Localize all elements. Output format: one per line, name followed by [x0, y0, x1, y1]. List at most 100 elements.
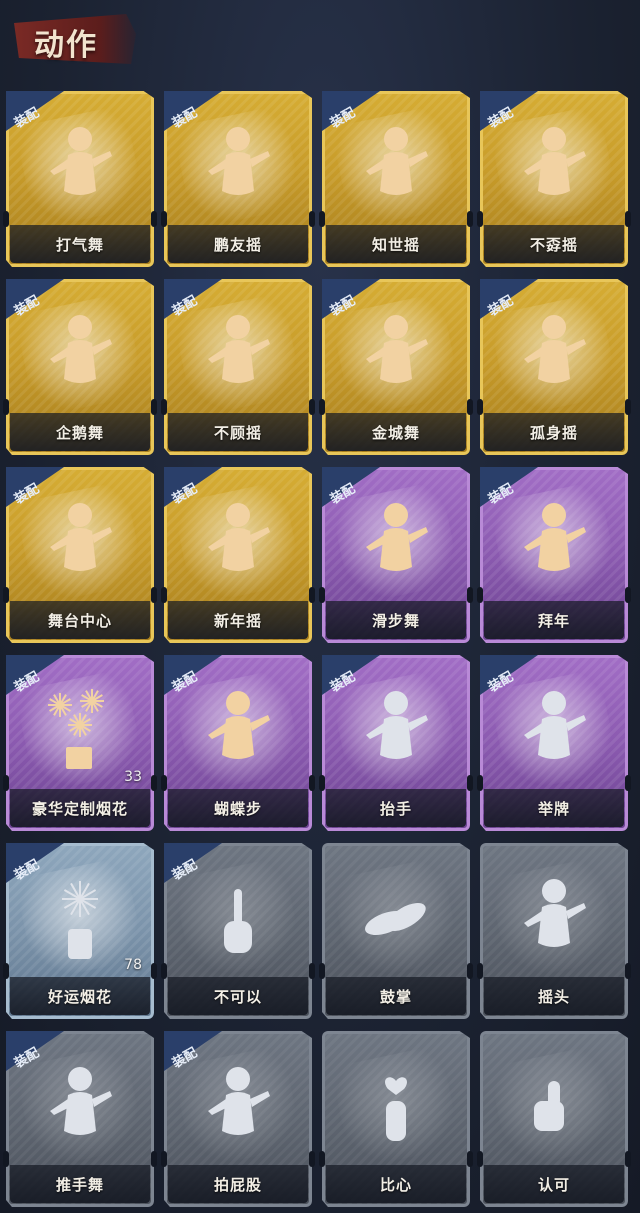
- bow-figure-icon: [514, 497, 594, 589]
- card-edge-notch: [151, 587, 157, 603]
- push-hands-icon: [40, 1061, 120, 1153]
- card-edge-notch: [467, 1151, 473, 1167]
- card-label-bar: 蝴蝶步: [168, 789, 308, 827]
- action-name: 好运烟花: [47, 987, 112, 1006]
- dance-figure-icon: [356, 121, 436, 213]
- fireworks-box-icon: [40, 685, 120, 777]
- action-card[interactable]: 比心: [319, 1031, 473, 1207]
- card-edge-notch: [625, 587, 631, 603]
- card-label-bar: 认可: [484, 1165, 624, 1203]
- card-edge-notch: [161, 399, 167, 415]
- card-edge-notch: [3, 211, 9, 227]
- card-edge-notch: [477, 587, 483, 603]
- dance-figure-icon: [40, 309, 120, 401]
- card-edge-notch: [625, 1151, 631, 1167]
- clap-icon: [356, 873, 436, 965]
- action-name: 蝴蝶步: [213, 799, 262, 818]
- card-edge-notch: [477, 963, 483, 979]
- dance-figure-icon: [514, 121, 594, 213]
- action-card[interactable]: 金城舞 装配: [319, 279, 473, 455]
- card-edge-notch: [161, 587, 167, 603]
- card-label-bar: 知世摇: [326, 225, 466, 263]
- action-card[interactable]: 33 豪华定制烟花 装配: [3, 655, 157, 831]
- card-edge-notch: [319, 587, 325, 603]
- card-edge-notch: [467, 587, 473, 603]
- card-edge-notch: [467, 399, 473, 415]
- card-edge-notch: [309, 775, 315, 791]
- card-edge-notch: [161, 211, 167, 227]
- thumbs-up-icon: [514, 1061, 594, 1153]
- card-label-bar: 比心: [326, 1165, 466, 1203]
- card-label-bar: 滑步舞: [326, 601, 466, 639]
- action-card[interactable]: 鼓掌: [319, 843, 473, 1019]
- firework-can-icon: [40, 873, 120, 965]
- card-edge-notch: [477, 775, 483, 791]
- action-name: 认可: [537, 1175, 570, 1194]
- action-card[interactable]: 知世摇 装配: [319, 91, 473, 267]
- action-card[interactable]: 不顾摇 装配: [161, 279, 315, 455]
- action-card[interactable]: 孤身摇 装配: [477, 279, 631, 455]
- card-edge-notch: [161, 963, 167, 979]
- card-edge-notch: [3, 963, 9, 979]
- action-card[interactable]: 舞台中心 装配: [3, 467, 157, 643]
- card-label-bar: 好运烟花: [10, 977, 150, 1015]
- action-card[interactable]: 认可: [477, 1031, 631, 1207]
- action-card[interactable]: 打气舞 装配: [3, 91, 157, 267]
- action-name: 拜年: [537, 611, 570, 630]
- action-name: 金城舞: [371, 423, 420, 442]
- action-card[interactable]: 拍屁股 装配: [161, 1031, 315, 1207]
- action-name: 鼓掌: [379, 987, 412, 1006]
- action-card[interactable]: 拜年 装配: [477, 467, 631, 643]
- action-card[interactable]: 举牌 装配: [477, 655, 631, 831]
- action-name: 抬手: [379, 799, 412, 818]
- card-edge-notch: [309, 963, 315, 979]
- action-name: 企鹅舞: [55, 423, 104, 442]
- card-label-bar: 鹏友摇: [168, 225, 308, 263]
- card-edge-notch: [319, 399, 325, 415]
- dance-figure-icon: [356, 309, 436, 401]
- header: 动作: [0, 0, 640, 78]
- action-name: 打气舞: [55, 235, 104, 254]
- action-card[interactable]: 滑步舞 装配: [319, 467, 473, 643]
- action-card[interactable]: 抬手 装配: [319, 655, 473, 831]
- action-card[interactable]: 78 好运烟花 装配: [3, 843, 157, 1019]
- card-edge-notch: [151, 1151, 157, 1167]
- card-label-bar: 舞台中心: [10, 601, 150, 639]
- action-name: 比心: [379, 1175, 412, 1194]
- finger-wag-icon: [198, 873, 278, 965]
- action-name: 举牌: [537, 799, 570, 818]
- card-edge-notch: [3, 399, 9, 415]
- action-card[interactable]: 推手舞 装配: [3, 1031, 157, 1207]
- action-card[interactable]: 蝴蝶步 装配: [161, 655, 315, 831]
- action-card[interactable]: 鹏友摇 装配: [161, 91, 315, 267]
- card-label-bar: 不顾摇: [168, 413, 308, 451]
- card-edge-notch: [625, 963, 631, 979]
- card-edge-notch: [467, 775, 473, 791]
- card-label-bar: 孤身摇: [484, 413, 624, 451]
- card-label-bar: 打气舞: [10, 225, 150, 263]
- action-card[interactable]: 不孬摇 装配: [477, 91, 631, 267]
- raise-hand-icon: [356, 685, 436, 777]
- action-card[interactable]: 不可以 装配: [161, 843, 315, 1019]
- card-edge-notch: [161, 775, 167, 791]
- card-edge-notch: [467, 211, 473, 227]
- dance-figure-icon: [198, 309, 278, 401]
- card-label-bar: 豪华定制烟花: [10, 789, 150, 827]
- action-name: 不可以: [213, 987, 262, 1006]
- page-title: 动作: [34, 28, 98, 63]
- card-label-bar: 不孬摇: [484, 225, 624, 263]
- action-name: 豪华定制烟花: [31, 799, 128, 818]
- card-label-bar: 拍屁股: [168, 1165, 308, 1203]
- card-label-bar: 金城舞: [326, 413, 466, 451]
- dance-figure-icon: [198, 497, 278, 589]
- action-card[interactable]: 摇头: [477, 843, 631, 1019]
- action-name: 摇头: [537, 987, 570, 1006]
- action-name: 孤身摇: [529, 423, 578, 442]
- action-card[interactable]: 新年摇 装配: [161, 467, 315, 643]
- card-face: 比心: [322, 1031, 470, 1207]
- card-label-bar: 抬手: [326, 789, 466, 827]
- action-card[interactable]: 企鹅舞 装配: [3, 279, 157, 455]
- card-edge-notch: [625, 211, 631, 227]
- card-label-bar: 举牌: [484, 789, 624, 827]
- action-name: 知世摇: [371, 235, 420, 254]
